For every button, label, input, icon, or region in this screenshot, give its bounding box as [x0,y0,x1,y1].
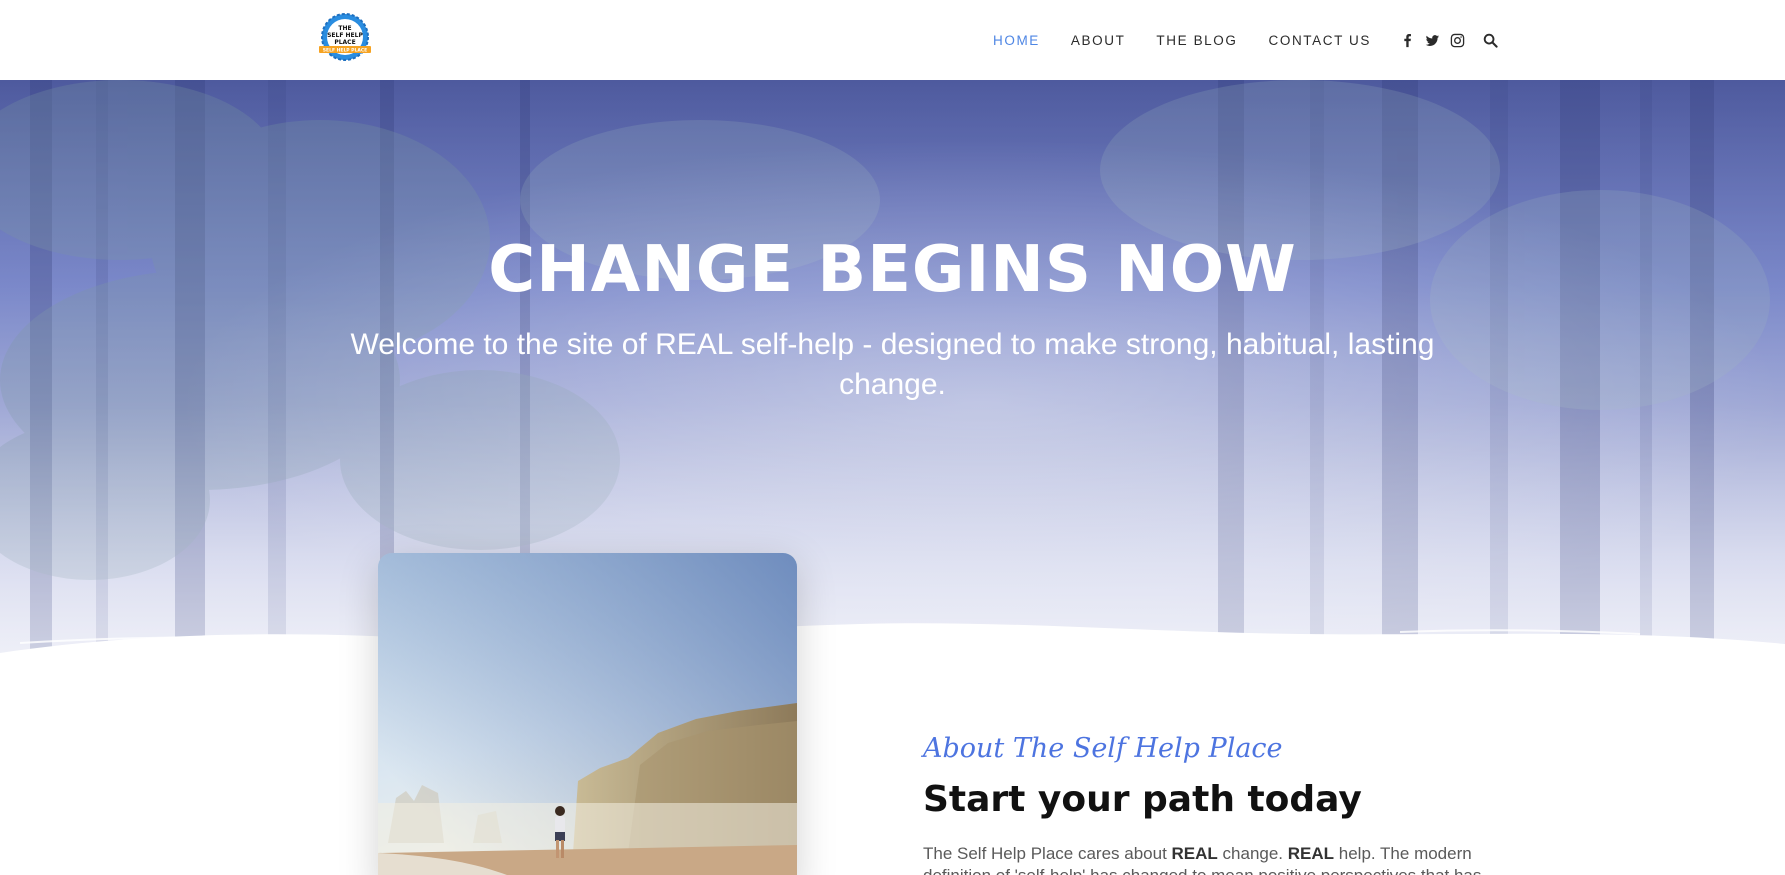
hero-banner: CHANGE BEGINS NOW Welcome to the site of… [0,80,1785,670]
logo-line-2: SELF HELP [327,32,363,39]
main-nav: HOME ABOUT THE BLOG CONTACT US [993,0,1498,80]
nav-the-blog[interactable]: THE BLOG [1156,33,1237,48]
hero-subtitle: Welcome to the site of REAL self-help - … [350,328,1435,401]
logo-line-1: THE [338,25,351,32]
about-body-bold: REAL [1171,844,1218,863]
social-links [1400,33,1475,48]
about-body-text: The Self Help Place cares about REAL cha… [923,843,1483,875]
search-icon[interactable] [1483,33,1498,48]
hero-title: CHANGE BEGINS NOW [488,233,1297,307]
about-kicker: About The Self Help Place [923,733,1283,764]
site-header: THE SELF HELP PLACE SELF HELP PLACE HOME… [0,0,1785,80]
about-body-bold: REAL [1287,844,1335,863]
nav-about[interactable]: ABOUT [1071,33,1126,48]
facebook-icon[interactable] [1400,33,1415,48]
logo-line-3: PLACE [334,39,355,46]
about-body-part: The Self Help Place cares about [923,844,1172,863]
site-logo[interactable]: THE SELF HELP PLACE SELF HELP PLACE [318,13,372,65]
nav-home[interactable]: HOME [993,33,1040,48]
about-body-part: change. [1217,844,1288,863]
instagram-icon[interactable] [1450,33,1465,48]
nav-contact-us[interactable]: CONTACT US [1269,33,1372,48]
logo-ribbon-text: SELF HELP PLACE [323,48,367,54]
about-heading: Start your path today [923,779,1362,820]
twitter-icon[interactable] [1425,33,1440,48]
logo-badge-icon: THE SELF HELP PLACE SELF HELP PLACE [319,13,371,61]
wave-divider [0,623,1785,690]
beach-photo-card [378,553,797,875]
woman-walking-beach-image [378,553,797,875]
